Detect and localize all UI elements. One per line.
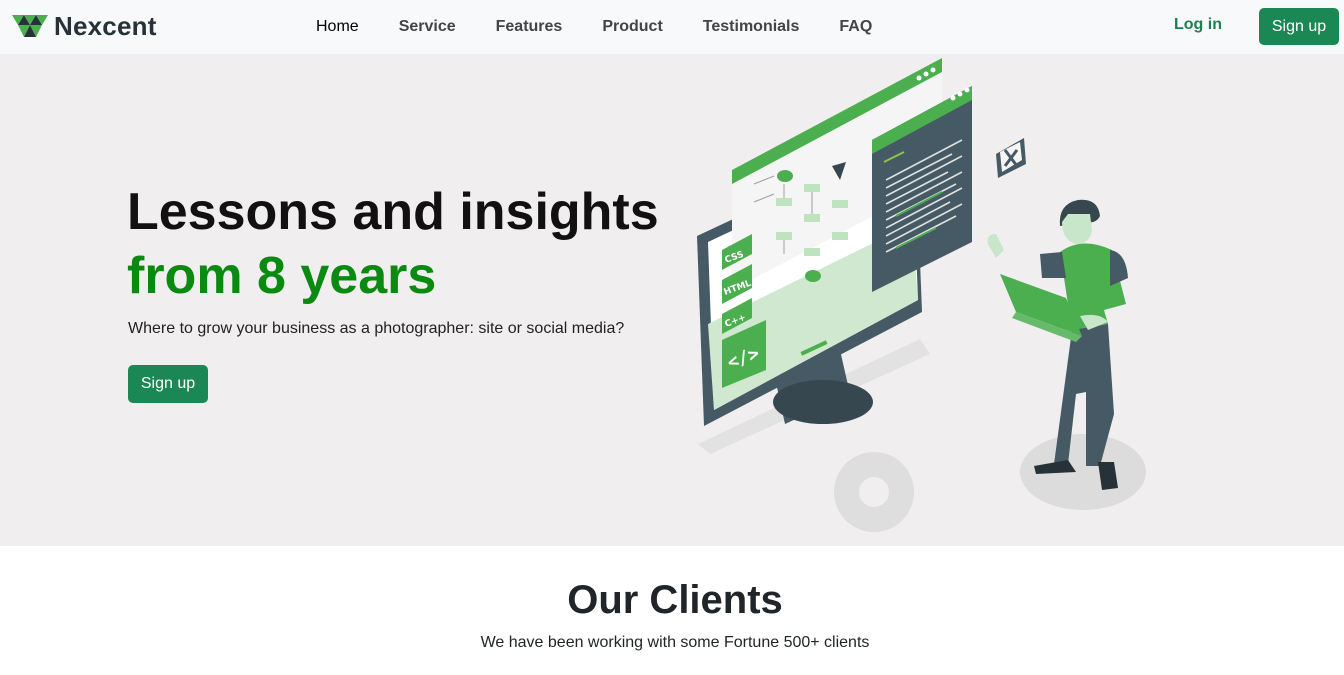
- signup-button-hero[interactable]: Sign up: [128, 365, 208, 403]
- nav-item-service[interactable]: Service: [399, 18, 456, 36]
- nav-links: Home Service Features Product Testimonia…: [296, 0, 892, 54]
- brand-name: Nexcent: [54, 10, 157, 41]
- hero-section: Lessons and insights from 8 years Where …: [0, 54, 1344, 546]
- hero-subtext: Where to grow your business as a photogr…: [128, 320, 625, 337]
- nav-item-features[interactable]: Features: [496, 18, 563, 36]
- signup-button-nav[interactable]: Sign up: [1259, 8, 1339, 45]
- developer-illustration-icon: CSS HTML C++ </>: [697, 58, 1146, 532]
- nav-item-home[interactable]: Home: [316, 18, 359, 36]
- nav-item-testimonials[interactable]: Testimonials: [703, 18, 800, 36]
- clients-subtitle: We have been working with some Fortune 5…: [480, 634, 870, 651]
- brand[interactable]: Nexcent: [12, 10, 157, 42]
- navbar: Nexcent Home Service Features Product Te…: [0, 0, 1344, 54]
- nav-item-product[interactable]: Product: [602, 18, 662, 36]
- nexcent-logo-icon: [12, 15, 48, 37]
- clients-title: Our Clients: [567, 578, 783, 622]
- hero-headline-line2: from 8 years: [127, 247, 437, 305]
- nav-item-faq[interactable]: FAQ: [839, 18, 872, 36]
- hero-headline-line1: Lessons and insights: [127, 183, 659, 241]
- login-link[interactable]: Log in: [1174, 16, 1222, 34]
